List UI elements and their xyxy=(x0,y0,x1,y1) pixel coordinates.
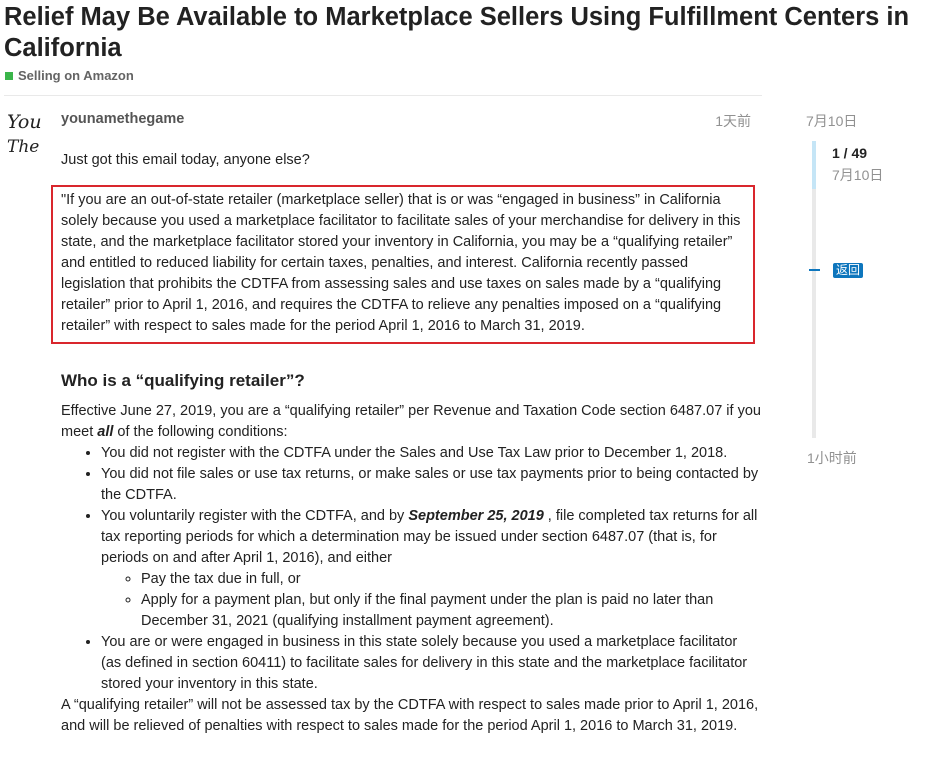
timeline-position: 1 / 49 xyxy=(832,145,868,161)
topic-divider xyxy=(4,95,762,96)
category-badge[interactable]: Selling on Amazon xyxy=(5,68,134,83)
sub-list-item: Pay the tax due in full, or xyxy=(141,569,761,590)
conditions-list: You did not register with the CDTFA unde… xyxy=(61,443,761,695)
topic-title[interactable]: Relief May Be Available to Marketplace S… xyxy=(4,2,939,64)
post-username[interactable]: younamethegame xyxy=(61,111,184,127)
timeline-end-date[interactable]: 1小时前 xyxy=(807,448,857,468)
post-body: Just got this email today, anyone else? … xyxy=(51,150,761,737)
avatar-text-line-1: You xyxy=(7,111,42,133)
section-heading: Who is a “qualifying retailer”? xyxy=(61,371,305,390)
list-item: You did not register with the CDTFA unde… xyxy=(101,443,761,464)
post-date[interactable]: 1天前 xyxy=(700,111,751,131)
timeline-start-date[interactable]: 7月10日 xyxy=(806,111,857,131)
post-intro: Just got this email today, anyone else? xyxy=(61,152,310,168)
category-color-swatch xyxy=(5,71,13,80)
avatar-text-line-2: The xyxy=(7,137,39,157)
condition-text: You voluntarily register with the CDTFA,… xyxy=(101,508,409,524)
sub-conditions-list: Pay the tax due in full, or Apply for a … xyxy=(101,569,761,632)
timeline-back-button[interactable]: 返回 xyxy=(833,263,864,278)
timeline-current-date: 7月10日 xyxy=(832,167,884,183)
list-item: You voluntarily register with the CDTFA,… xyxy=(101,506,761,632)
effective-text-end: of the following conditions: xyxy=(113,424,288,440)
effective-emphasis: all xyxy=(97,424,114,440)
avatar[interactable]: You The xyxy=(4,106,52,160)
closing-paragraph: A “qualifying retailer” will not be asse… xyxy=(61,697,759,734)
timeline-last-read-marker xyxy=(809,269,820,271)
highlighted-quote: "If you are an out-of-state retailer (ma… xyxy=(51,185,755,344)
deadline-date: September 25, 2019 xyxy=(408,508,544,524)
effective-paragraph: Effective June 27, 2019, you are a “qual… xyxy=(61,401,761,443)
list-item: You are or were engaged in business in t… xyxy=(101,632,761,695)
category-label: Selling on Amazon xyxy=(18,68,134,83)
sub-list-item: Apply for a payment plan, but only if th… xyxy=(141,590,761,632)
list-item: You did not file sales or use tax return… xyxy=(101,464,761,506)
timeline-scroll-handle[interactable] xyxy=(812,141,816,189)
